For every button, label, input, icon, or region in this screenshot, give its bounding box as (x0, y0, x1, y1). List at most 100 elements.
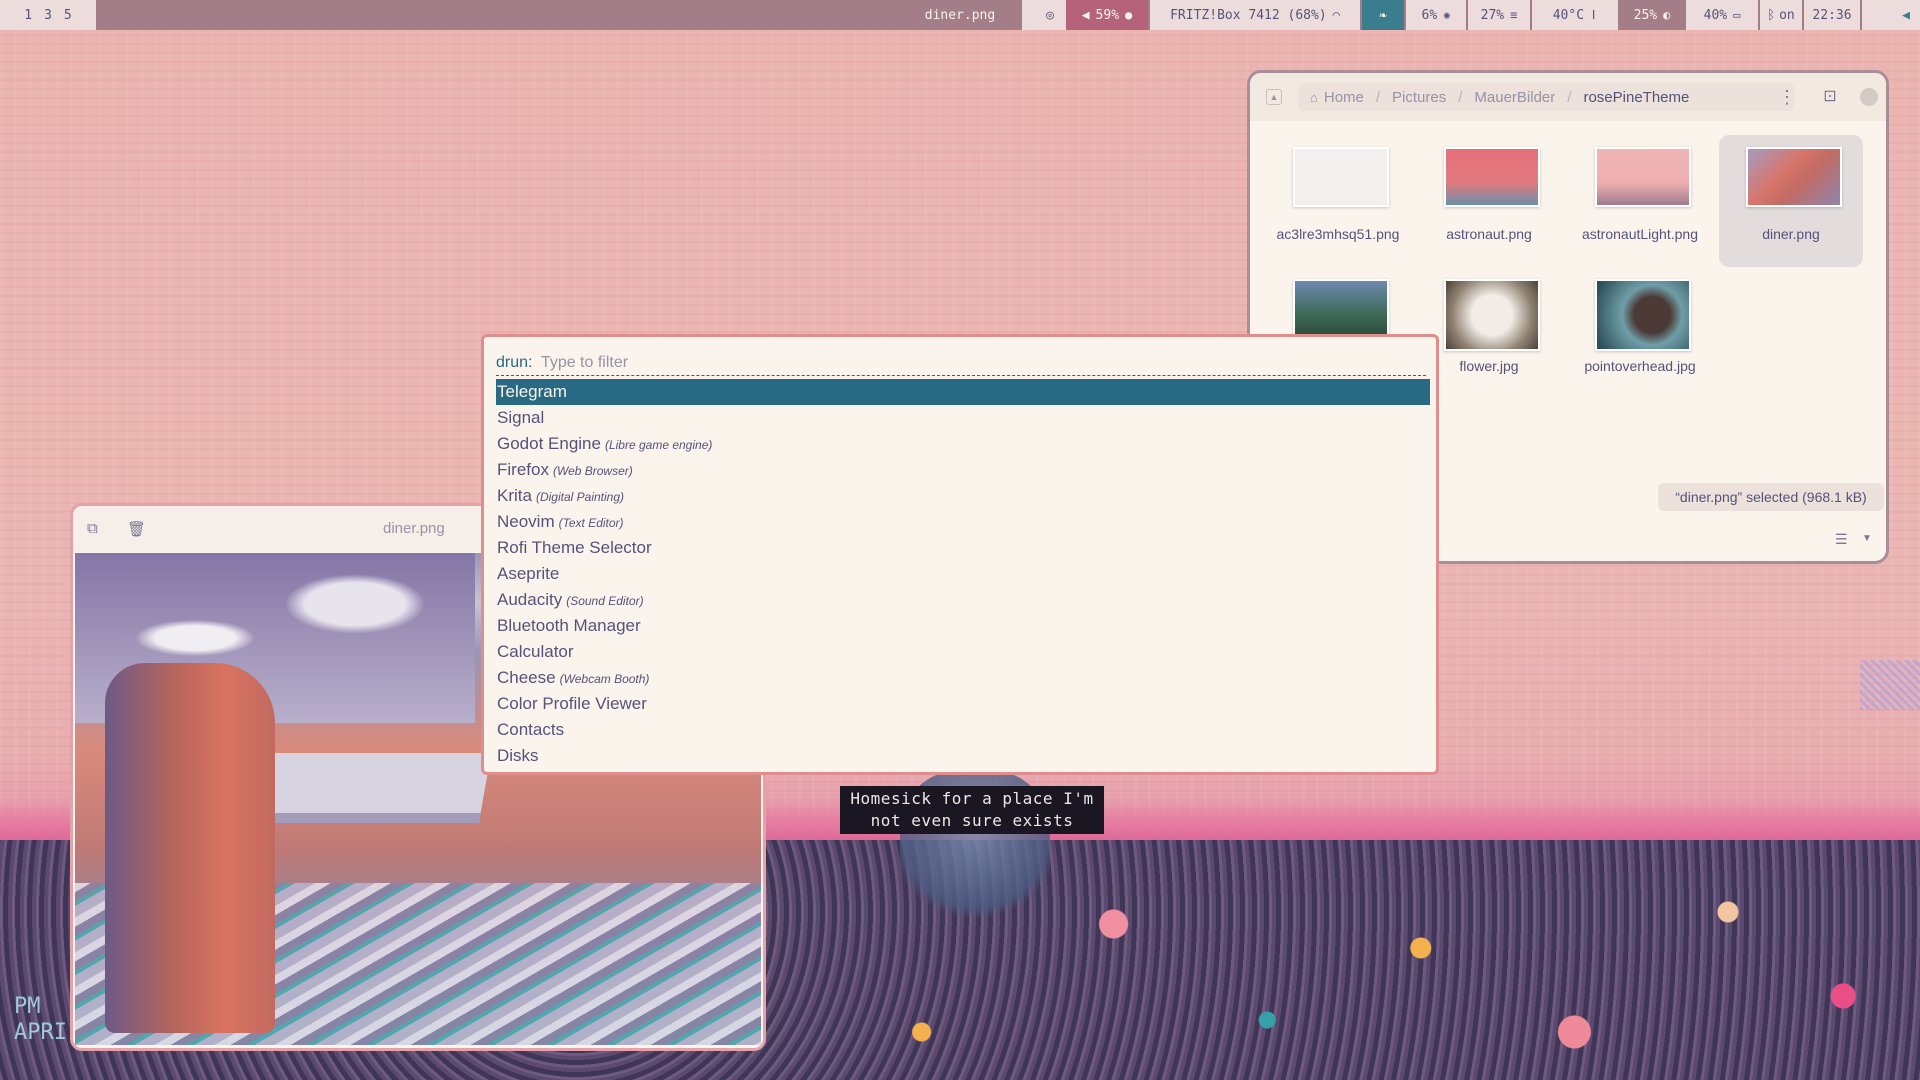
launcher-item-label: Contacts (497, 720, 565, 739)
file-item[interactable]: astronaut.png (1417, 135, 1561, 267)
wallpaper-caption: Homesick for a place I'm not even sure e… (840, 786, 1104, 834)
launcher-item-telegram[interactable]: Telegram (496, 379, 1430, 405)
corner-line-1: PM (14, 994, 41, 1019)
launcher-item-label: Aseprite (497, 564, 560, 583)
cpu-module[interactable]: 6% ✺ (1406, 0, 1466, 30)
launcher-item-label: Audacity (497, 590, 563, 609)
workspace-3[interactable]: 3 (38, 8, 58, 23)
diner-seat-scene (105, 663, 275, 1033)
breadcrumb-rosepinetheme[interactable]: rosePineTheme (1571, 89, 1701, 106)
launcher-item-signal[interactable]: Signal (496, 405, 1430, 431)
bluetooth-state: on (1779, 7, 1795, 23)
go-up-button[interactable]: ▲ (1266, 89, 1282, 105)
file-item[interactable]: astronautLight.png (1568, 135, 1712, 267)
launcher-item-firefox[interactable]: Firefox (Web Browser) (496, 457, 1430, 483)
launcher-item-description: (Libre game engine) (604, 438, 713, 452)
window-title: diner.png (910, 0, 1010, 30)
launcher-item-krita[interactable]: Krita (Digital Painting) (496, 483, 1430, 509)
diner-table-scene (258, 753, 492, 823)
launcher-item-label: Bluetooth Manager (497, 616, 641, 635)
launcher-item-disks[interactable]: Disks (496, 743, 1430, 769)
eye-off-icon: ◎ (1046, 7, 1054, 23)
file-name: astronaut.png (1446, 226, 1532, 242)
memory-icon: ≡ (1510, 8, 1518, 22)
power-profile[interactable]: ❧ (1362, 0, 1404, 30)
chevron-down-icon[interactable]: ▼ (1862, 533, 1872, 544)
launcher-item-label: Color Profile Viewer (497, 694, 647, 713)
speaker-muted-icon: ◀ (1081, 7, 1090, 23)
app-launcher: drun: Type to filter Telegram Signal God… (481, 334, 1439, 775)
launcher-item-label: Telegram (497, 382, 567, 401)
leaf-icon: ❧ (1379, 7, 1387, 23)
close-button[interactable] (1860, 88, 1878, 106)
corner-line-2: APRI (14, 1020, 67, 1045)
top-status-bar: 1 3 5 diner.png ◎ ◀ 59% ● FRITZ!Box 7412… (0, 0, 1920, 30)
launcher-item-aseprite[interactable]: Aseprite (496, 561, 1430, 587)
file-thumbnail (1444, 279, 1540, 351)
launcher-item-contacts[interactable]: Contacts (496, 717, 1430, 743)
bluetooth-icon: ᛒ (1767, 7, 1776, 23)
launcher-item-description: (Digital Painting) (535, 490, 625, 504)
launcher-item-calculator[interactable]: Calculator (496, 639, 1430, 665)
launcher-item-label: Rofi Theme Selector (497, 538, 652, 557)
file-thumbnail (1746, 147, 1842, 207)
image-viewer-title: diner.png (383, 520, 445, 537)
battery-level: 40% (1703, 7, 1728, 23)
trash-icon[interactable]: 🗑 (127, 520, 146, 538)
launcher-item-bluetooth-manager[interactable]: Bluetooth Manager (496, 613, 1430, 639)
copy-icon[interactable]: ⧉ (87, 520, 98, 537)
launcher-item-label: Firefox (497, 460, 549, 479)
launcher-item-audacity[interactable]: Audacity (Sound Editor) (496, 587, 1430, 613)
search-folder-icon[interactable]: ⊡ (1820, 86, 1840, 106)
launcher-item-cheese[interactable]: Cheese (Webcam Booth) (496, 665, 1430, 691)
launcher-item-description: (Text Editor) (558, 516, 624, 530)
launcher-item-color-profile-viewer[interactable]: Color Profile Viewer (496, 691, 1430, 717)
temperature-module[interactable]: 40°C ǀ (1532, 0, 1618, 30)
launcher-item-description: (Webcam Booth) (559, 672, 650, 686)
file-name: diner.png (1762, 226, 1820, 242)
launcher-item-neovim[interactable]: Neovim (Text Editor) (496, 509, 1430, 535)
file-thumbnail (1444, 147, 1540, 207)
launcher-item-label: Cheese (497, 668, 556, 687)
breadcrumb-home[interactable]: Home (1312, 89, 1376, 106)
launcher-item-label: Disks (497, 746, 539, 765)
network-module[interactable]: FRITZ!Box 7412 (68%) ◠ (1150, 0, 1360, 30)
backlight-module[interactable]: 25% ◐ (1620, 0, 1684, 30)
moon-icon: ◐ (1663, 8, 1671, 22)
breadcrumb-pictures[interactable]: Pictures (1380, 89, 1458, 106)
launcher-placeholder: Type to filter (540, 354, 629, 371)
battery-module[interactable]: 40% ▭ (1686, 0, 1758, 30)
volume-level: 59% (1095, 7, 1120, 23)
file-thumbnail (1293, 147, 1389, 207)
kebab-menu-icon[interactable]: ⋮ (1778, 83, 1796, 111)
launcher-item-label: Signal (497, 408, 545, 427)
tray-module[interactable]: ◀ (1862, 0, 1920, 30)
clock[interactable]: 22:36 (1804, 0, 1860, 30)
workspace-5[interactable]: 5 (58, 8, 78, 23)
workspace-1[interactable]: 1 (18, 8, 38, 23)
breadcrumb: ⌂ Home / Pictures / MauerBilder / rosePi… (1298, 83, 1794, 111)
launcher-item-description: (Sound Editor) (566, 594, 644, 608)
temperature-value: 40°C (1552, 7, 1585, 23)
volume-module[interactable]: ◀ 59% ● (1066, 0, 1148, 30)
list-view-icon[interactable]: ☰ (1835, 531, 1848, 548)
launcher-search-input[interactable]: drun: Type to filter (496, 351, 1426, 376)
file-thumbnail (1595, 147, 1691, 207)
launcher-item-rofi-theme-selector[interactable]: Rofi Theme Selector (496, 535, 1430, 561)
wifi-icon: ◠ (1332, 8, 1340, 22)
file-item[interactable]: pointoverhead.jpg (1568, 267, 1712, 399)
breadcrumb-mauerbilder[interactable]: MauerBilder (1462, 89, 1567, 106)
battery-icon: ▭ (1733, 8, 1741, 22)
file-item[interactable]: ac3lre3mhsq51.png (1266, 135, 1410, 267)
file-thumbnail (1293, 279, 1389, 339)
launcher-item-label: Krita (497, 486, 532, 505)
memory-module[interactable]: 27% ≡ (1468, 0, 1530, 30)
bluetooth-module[interactable]: ᛒ on (1760, 0, 1802, 30)
file-item-selected[interactable]: diner.png (1719, 135, 1863, 267)
file-name: ac3lre3mhsq51.png (1276, 226, 1400, 242)
workspace-switcher: 1 3 5 (0, 0, 96, 30)
memory-usage: 27% (1480, 7, 1505, 23)
cpu-usage: 6% (1421, 7, 1438, 23)
launcher-item-godot[interactable]: Godot Engine (Libre game engine) (496, 431, 1430, 457)
launcher-prompt: drun: (496, 354, 533, 371)
